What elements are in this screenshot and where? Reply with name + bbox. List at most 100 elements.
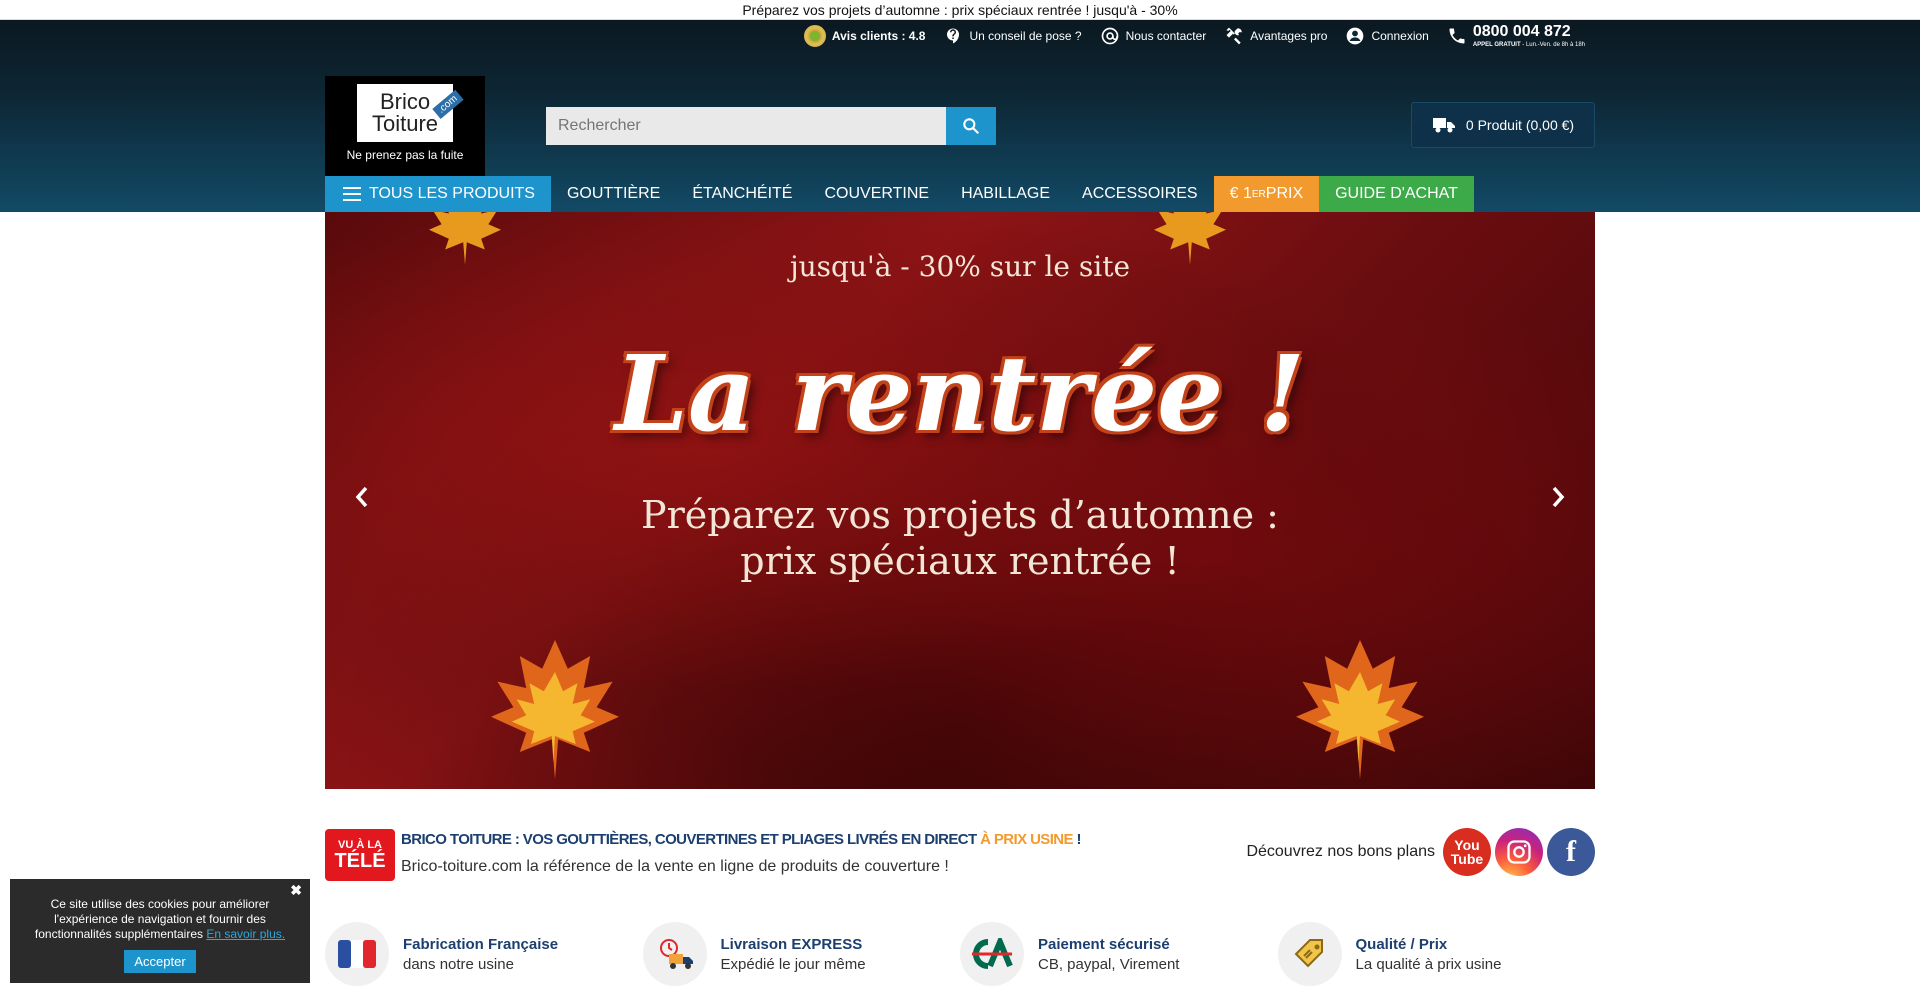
feature-fabrication: Fabrication Française dans notre usine bbox=[325, 922, 643, 986]
logo-word-toiture: Toiture bbox=[371, 111, 439, 136]
login-link[interactable]: Connexion bbox=[1345, 26, 1429, 46]
conseil-label: Un conseil de pose ? bbox=[969, 29, 1082, 43]
nav-premier-prix[interactable]: € 1 ER PRIX bbox=[1213, 176, 1320, 212]
at-sign-icon bbox=[1100, 26, 1120, 46]
delivery-truck-icon bbox=[642, 922, 707, 986]
search-input[interactable] bbox=[546, 107, 946, 145]
tv-logo-line2: TÉLÉ bbox=[334, 849, 386, 872]
logo-box: Brico Toiture .com bbox=[357, 84, 464, 142]
nav-gouttiere[interactable]: GOUTTIÈRE bbox=[551, 176, 676, 212]
instagram-glyph-icon bbox=[1507, 840, 1531, 864]
conseil-pose-link[interactable]: Un conseil de pose ? bbox=[943, 26, 1082, 46]
search-form bbox=[546, 107, 996, 145]
cart-button[interactable]: 0 Produit (0,00 €) bbox=[1411, 102, 1595, 148]
nav-accessoires[interactable]: ACCESSOIRES bbox=[1066, 176, 1214, 212]
phone-hours: APPEL GRATUIT - Lun.-Ven. de 8h à 18h bbox=[1472, 42, 1585, 48]
youtube-word-1: You bbox=[1454, 837, 1480, 853]
main-navigation: TOUS LES PRODUITS GOUTTIÈRE ÉTANCHÉITÉ C… bbox=[325, 176, 1474, 212]
social-links: Découvrez nos bons plans You Tube f bbox=[1246, 828, 1595, 876]
youtube-icon[interactable]: You Tube bbox=[1443, 828, 1491, 876]
pro-label: Avantages pro bbox=[1250, 29, 1328, 43]
youtube-word-2: Tube bbox=[1450, 851, 1484, 867]
feature-title: Qualité / Prix bbox=[1355, 935, 1448, 953]
feature-paiement: Paiement sécurisé CB, paypal, Virement bbox=[960, 922, 1278, 986]
hero-subtitle-line1: Préparez vos projets d’automne : bbox=[641, 493, 1279, 537]
logo-dotcom-tag: .com bbox=[432, 89, 464, 120]
vu-a-la-tele-logo[interactable]: VU À LA TÉLÉ bbox=[325, 829, 395, 881]
feature-subtitle: CB, paypal, Virement bbox=[1038, 955, 1180, 973]
hero-carousel[interactable]: jusqu'à - 30% sur le site La rentrée ! P… bbox=[325, 212, 1595, 789]
site-logo[interactable]: Brico Toiture .com Ne prenez pas la fuit… bbox=[325, 76, 485, 176]
login-label: Connexion bbox=[1371, 29, 1429, 43]
tv-description: Brico-toiture.com la référence de la ven… bbox=[401, 858, 949, 875]
price-tag-icon bbox=[1277, 922, 1342, 986]
logo-slogan: Ne prenez pas la fuite bbox=[346, 148, 464, 162]
promo-banner[interactable]: Préparez vos projets d’automne : prix sp… bbox=[0, 0, 1920, 20]
maple-leaf-bottom-left-icon bbox=[491, 640, 619, 780]
logo-word-brico: Brico bbox=[379, 89, 431, 114]
tv-headline-end: ! bbox=[1072, 831, 1081, 848]
avis-label: Avis clients : 4.8 bbox=[831, 29, 926, 43]
hero-subtitle-line2: prix spéciaux rentrée ! bbox=[740, 539, 1180, 583]
tools-icon bbox=[1224, 26, 1244, 46]
hero-subtitle: Préparez vos projets d’automne : prix sp… bbox=[325, 492, 1595, 584]
tv-banner: VU À LA TÉLÉ BRICO TOITURE : VOS GOUTTIÈ… bbox=[325, 829, 1081, 881]
phone-number: 0800 004 872 bbox=[1472, 23, 1571, 40]
search-icon bbox=[963, 118, 979, 134]
chevron-left-icon bbox=[355, 486, 368, 508]
search-button[interactable] bbox=[946, 107, 996, 145]
prix-suffix: PRIX bbox=[1265, 185, 1304, 202]
nav-guide-achat[interactable]: GUIDE D'ACHAT bbox=[1319, 176, 1474, 212]
nav-all-products[interactable]: TOUS LES PRODUITS bbox=[325, 176, 551, 212]
nav-etancheite[interactable]: ÉTANCHÉITÉ bbox=[676, 176, 808, 212]
nav-habillage[interactable]: HABILLAGE bbox=[945, 176, 1066, 212]
feature-subtitle: dans notre usine bbox=[403, 955, 514, 973]
feature-title: Livraison EXPRESS bbox=[720, 935, 863, 953]
features-row: Fabrication Française dans notre usine L… bbox=[325, 922, 1595, 986]
nav-all-label: TOUS LES PRODUITS bbox=[369, 185, 535, 202]
credit-agricole-icon bbox=[960, 922, 1024, 986]
contact-label: Nous contacter bbox=[1125, 29, 1207, 43]
avantages-pro-link[interactable]: Avantages pro bbox=[1224, 26, 1327, 46]
feature-title: Paiement sécurisé bbox=[1038, 935, 1170, 953]
rating-badge-icon bbox=[803, 25, 826, 47]
facebook-glyph: f bbox=[1566, 835, 1576, 868]
french-flag-icon bbox=[325, 922, 389, 986]
feature-title: Fabrication Française bbox=[403, 935, 559, 953]
prix-sup: ER bbox=[1251, 188, 1266, 200]
maple-leaf-bottom-right-icon bbox=[1296, 640, 1424, 780]
contact-link[interactable]: Nous contacter bbox=[1100, 26, 1207, 46]
cookie-accept-button[interactable]: Accepter bbox=[124, 950, 196, 973]
tv-headline: BRICO TOITURE : VOS GOUTTIÈRES, COUVERTI… bbox=[401, 831, 1081, 848]
facebook-icon[interactable]: f bbox=[1547, 828, 1595, 876]
truck-icon bbox=[1432, 118, 1455, 133]
close-icon[interactable]: ✖ bbox=[290, 883, 302, 898]
cookie-learn-more-link[interactable]: En savoir plus. bbox=[206, 927, 285, 941]
prix-prefix: € 1 bbox=[1229, 185, 1252, 202]
phone-link[interactable]: 0800 004 872 APPEL GRATUIT - Lun.-Ven. d… bbox=[1447, 24, 1585, 48]
tv-text: BRICO TOITURE : VOS GOUTTIÈRES, COUVERTI… bbox=[401, 829, 1081, 881]
tv-headline-main: BRICO TOITURE : VOS GOUTTIÈRES, COUVERTI… bbox=[401, 831, 981, 848]
promo-text: Préparez vos projets d’automne : prix sp… bbox=[742, 2, 1178, 18]
feature-subtitle: La qualité à prix usine bbox=[1355, 955, 1502, 973]
cart-label: 0 Produit (0,00 €) bbox=[1465, 117, 1575, 133]
instagram-icon[interactable] bbox=[1495, 828, 1543, 876]
feature-subtitle: Expédié le jour même bbox=[720, 955, 866, 973]
tv-headline-highlight: À PRIX USINE bbox=[980, 831, 1073, 848]
social-label: Découvrez nos bons plans bbox=[1246, 843, 1435, 860]
hero-title: La rentrée ! bbox=[614, 332, 1306, 455]
feature-qualite: Qualité / Prix La qualité à prix usine bbox=[1277, 922, 1596, 986]
feature-livraison: Livraison EXPRESS Expédié le jour même bbox=[642, 922, 961, 986]
menu-icon bbox=[343, 187, 361, 201]
cookie-banner: ✖ Ce site utilise des cookies pour améli… bbox=[10, 879, 310, 983]
user-icon bbox=[1345, 26, 1365, 46]
site-header: Avis clients : 4.8 Un conseil de pose ? … bbox=[0, 20, 1920, 212]
tv-logo-line1: VU À LA bbox=[338, 838, 382, 851]
carousel-prev-button[interactable] bbox=[347, 482, 377, 512]
carousel-next-button[interactable] bbox=[1543, 482, 1573, 512]
avis-clients-link[interactable]: Avis clients : 4.8 bbox=[803, 25, 926, 47]
nav-couvertine[interactable]: COUVERTINE bbox=[808, 176, 945, 212]
top-navigation: Avis clients : 4.8 Un conseil de pose ? … bbox=[803, 24, 1585, 48]
question-icon bbox=[943, 26, 963, 46]
phone-icon bbox=[1447, 26, 1467, 46]
